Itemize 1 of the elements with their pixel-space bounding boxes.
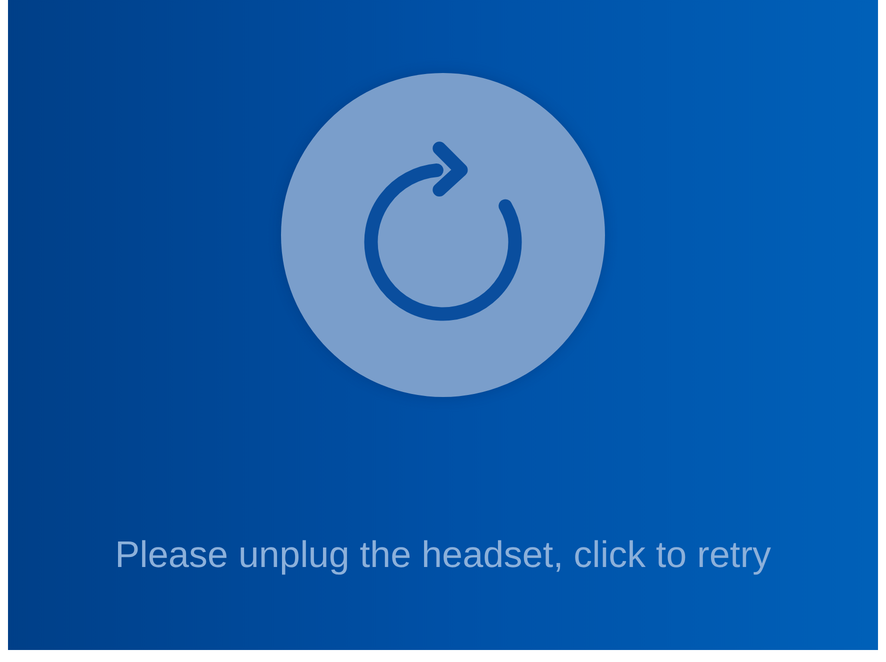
- retry-message: Please unplug the headset, click to retry: [114, 533, 772, 577]
